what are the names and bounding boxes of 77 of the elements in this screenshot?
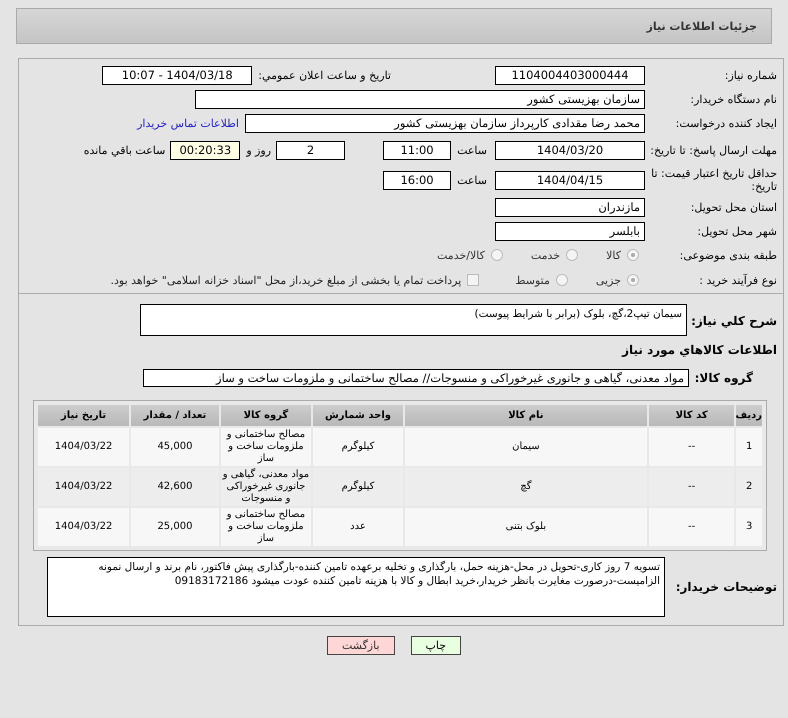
days-field[interactable]: 2: [276, 140, 346, 160]
table-cell: --: [648, 428, 734, 466]
column-header: گروه کالا: [220, 405, 312, 426]
requester-field[interactable]: محمد رضا مقدادی کارپرداز سازمان بهزیستی کشور: [245, 114, 645, 132]
checkbox-label: پرداخت تمام یا بخشی از مبلغ خرید،از محل "اسناد خزانه اسلامی" خواهد بود.: [110, 274, 462, 286]
table-cell: 1404/03/22: [38, 508, 130, 546]
checkbox[interactable]: [467, 274, 480, 286]
field-label: نام دستگاه خریدار:: [689, 92, 778, 106]
time-field[interactable]: 16:00: [383, 170, 452, 190]
field-label: شهر محل تحویل:: [696, 224, 778, 238]
table-cell: گچ: [404, 468, 647, 506]
back-button[interactable]: بازگشت: [326, 636, 395, 655]
field-label: مهلت ارسال پاسخ: تا تاریخ:: [649, 144, 778, 156]
column-header: تعداد / مقدار: [131, 405, 219, 426]
field-label: روز و: [246, 144, 272, 156]
field-label: ساعت: [457, 144, 487, 156]
radio-label: کالا: [606, 248, 621, 262]
table-cell: 2: [736, 468, 762, 506]
table-cell: مواد معدنی، گیاهی و جانوری غیرخوراکی و منسوجات: [220, 468, 312, 506]
radio-label: جزیی: [596, 274, 621, 286]
table-cell: سیمان: [404, 428, 647, 466]
field-label: گروه کالا:: [694, 371, 754, 385]
radio-label: کالا/خدمت: [437, 248, 485, 262]
column-header: کد کالا: [648, 405, 734, 426]
table-cell: 1404/03/22: [38, 468, 130, 506]
table-cell: کیلوگرم: [313, 468, 403, 506]
table-cell: مصالح ساختمانی و ملزومات ساخت و ساز: [220, 428, 312, 466]
page-title: جزئیات اطلاعات نیاز: [646, 20, 757, 32]
table-cell: کیلوگرم: [313, 428, 403, 466]
table-cell: --: [648, 468, 734, 506]
print-button[interactable]: چاپ: [410, 636, 462, 655]
field-label: ساعت: [457, 174, 487, 186]
radio-button[interactable]: [627, 249, 639, 261]
field-label: نوع فرآیند خرید :: [698, 274, 778, 286]
date-field[interactable]: 1404/03/20: [495, 140, 645, 160]
field-label: شرح کلي نیاز:: [690, 314, 778, 328]
radio-button[interactable]: [566, 249, 578, 261]
table-cell: 3: [736, 508, 762, 546]
table-cell: --: [648, 508, 734, 546]
date-field[interactable]: 1404/04/15: [495, 170, 645, 190]
table-cell: 42,600: [131, 468, 219, 506]
section-heading: اطلاعات کالاهاي مورد نیاز: [622, 343, 778, 357]
table-cell: 1404/03/22: [38, 428, 130, 466]
buyer-org-field[interactable]: سازمان بهزیستی کشور: [195, 90, 645, 108]
column-header: نام کالا: [404, 405, 647, 426]
city-field[interactable]: بابلسر: [495, 222, 645, 240]
field-label: تاریخ و ساعت اعلان عمومي:: [258, 68, 391, 82]
field-label: استان محل تحویل:: [690, 200, 778, 214]
radio-button[interactable]: [627, 274, 639, 286]
field-label: شماره نیاز:: [724, 68, 778, 82]
buyer-notes-field[interactable]: تسویه 7 روز کاری-تحویل در محل-هزینه حمل، بارگذاری و تخلیه برعهده تامین کننده-بارگذاری پیش فاکتور، نام برند و ارسال نمونه الزامیست-درصورت مغایرت بانظر خریدار،خرید ابطال و کالا با هزینه تامین کننده عودت میشود 09183172186: [47, 557, 665, 617]
field-label: طبقه بندی موضوعی:: [678, 248, 778, 262]
radio-label: متوسط: [515, 274, 550, 286]
table-cell: بلوک بتنی: [404, 508, 647, 546]
radio-label: خدمت: [530, 248, 560, 262]
radio-button[interactable]: [556, 274, 568, 286]
radio-button[interactable]: [490, 249, 503, 261]
description-field[interactable]: سیمان تیپ2،گچ، بلوک (برابر با شرایط پیوست): [140, 304, 687, 336]
table-cell: عدد: [313, 508, 403, 546]
field-label: ساعت باقي مانده: [84, 144, 166, 156]
field-label: ایجاد کننده درخواست:: [674, 116, 778, 130]
field-label: حداقل تاریخ اعتبار قیمت: تا تاریخ:: [650, 167, 778, 193]
need-number-field[interactable]: 1104004403000444: [495, 66, 645, 84]
time-field[interactable]: 11:00: [383, 140, 452, 160]
table-cell: 1: [736, 428, 762, 466]
table-cell: مصالح ساختمانی و ملزومات ساخت و ساز: [220, 508, 312, 546]
column-header: ردیف: [736, 405, 762, 426]
table-cell: 25,000: [131, 508, 219, 546]
goods-group-field[interactable]: مواد معدنی، گیاهی و جانوری غیرخوراکی و منسوجات// مصالح ساختمانی و ملزومات ساخت و ساز: [143, 369, 689, 387]
field-label: توضیحات خریدار:: [674, 580, 778, 594]
buyer-contact-link[interactable]: اطلاعات تماس خریدار: [137, 116, 239, 130]
province-field[interactable]: مازندران: [495, 198, 645, 216]
announce-date-field[interactable]: 1404/03/18 - 10:07: [102, 66, 252, 84]
column-header: واحد شمارش: [313, 405, 403, 426]
remaining-time-field[interactable]: 00:20:33: [170, 140, 240, 160]
table-cell: 45,000: [131, 428, 219, 466]
column-header: تاریخ نیاز: [38, 405, 130, 426]
